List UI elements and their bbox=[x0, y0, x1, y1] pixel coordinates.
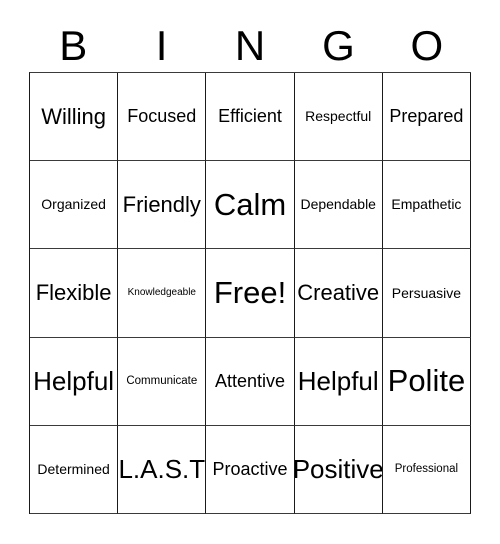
bingo-header-letter-g: G bbox=[322, 22, 355, 69]
bingo-cell-label: Persuasive bbox=[391, 284, 462, 301]
bingo-cell[interactable]: Communicate bbox=[118, 337, 207, 426]
bingo-row: Determined L.A.S.T Proactive Positive Pr… bbox=[30, 425, 472, 515]
bingo-cell[interactable]: Willing bbox=[30, 73, 119, 162]
bingo-cell-label: Friendly bbox=[122, 192, 201, 218]
bingo-row: Willing Focused Efficient Respectful Pre… bbox=[30, 73, 472, 162]
bingo-cell[interactable]: Prepared bbox=[382, 73, 472, 162]
bingo-cell-label: Respectful bbox=[305, 108, 372, 125]
bingo-cell-label: Determined bbox=[37, 461, 110, 478]
bingo-header-letter-o: O bbox=[410, 22, 444, 69]
bingo-cell-label: Helpful bbox=[297, 365, 379, 396]
bingo-cell-free[interactable]: Free! bbox=[206, 249, 295, 338]
bingo-cell-label: Free! bbox=[213, 274, 287, 310]
bingo-cell-label: Helpful bbox=[33, 365, 115, 396]
bingo-cell[interactable]: Focused bbox=[118, 73, 207, 162]
bingo-row: Organized Friendly Calm Dependable Empat… bbox=[30, 161, 472, 250]
bingo-header-letter-i: I bbox=[155, 22, 168, 69]
bingo-cell[interactable]: Creative bbox=[294, 249, 383, 338]
bingo-cell[interactable]: Polite bbox=[382, 337, 472, 426]
bingo-card: B I N G O Willing Focused Efficient Resp… bbox=[0, 0, 500, 544]
bingo-cell-label: Organized bbox=[41, 196, 106, 213]
bingo-header-row: B I N G O bbox=[29, 20, 471, 72]
bingo-cell-label: Focused bbox=[127, 106, 197, 127]
bingo-cell-label: Willing bbox=[41, 104, 106, 130]
bingo-cell[interactable]: Efficient bbox=[206, 73, 295, 162]
bingo-cell[interactable]: Dependable bbox=[294, 161, 383, 250]
bingo-cell[interactable]: Calm bbox=[206, 161, 295, 250]
bingo-cell[interactable]: Positive bbox=[294, 425, 383, 515]
bingo-header-letter-b: B bbox=[59, 22, 88, 69]
bingo-cell-label: Flexible bbox=[35, 280, 112, 306]
bingo-cell-label: Professional bbox=[394, 463, 459, 476]
bingo-cell[interactable]: Flexible bbox=[30, 249, 119, 338]
bingo-cell[interactable]: Respectful bbox=[294, 73, 383, 162]
bingo-cell[interactable]: Friendly bbox=[118, 161, 207, 250]
bingo-cell[interactable]: Helpful bbox=[294, 337, 383, 426]
bingo-cell-label: L.A.S.T bbox=[118, 453, 206, 484]
bingo-cell-label: Prepared bbox=[389, 106, 464, 127]
bingo-cell-label: Calm bbox=[213, 186, 287, 222]
bingo-cell-label: Dependable bbox=[300, 196, 376, 213]
bingo-cell[interactable]: Attentive bbox=[206, 337, 295, 426]
bingo-cell-label: Attentive bbox=[214, 370, 286, 391]
bingo-cell[interactable]: Knowledgeable bbox=[118, 249, 207, 338]
bingo-cell[interactable]: Empathetic bbox=[382, 161, 472, 250]
bingo-cell[interactable]: Professional bbox=[382, 425, 472, 515]
bingo-cell-label: Knowledgeable bbox=[127, 286, 196, 298]
bingo-cell[interactable]: Proactive bbox=[206, 425, 295, 515]
bingo-cell[interactable]: Organized bbox=[30, 161, 119, 250]
bingo-cell-label: Proactive bbox=[212, 458, 288, 479]
bingo-cell-label: Empathetic bbox=[391, 196, 462, 213]
bingo-cell-label: Creative bbox=[297, 280, 380, 306]
bingo-cell-label: Polite bbox=[387, 362, 466, 398]
bingo-cell-label: Communicate bbox=[126, 375, 198, 388]
bingo-cell-label: Efficient bbox=[218, 106, 282, 127]
bingo-grid: Willing Focused Efficient Respectful Pre… bbox=[29, 72, 472, 515]
bingo-cell[interactable]: Helpful bbox=[30, 337, 119, 426]
bingo-row: Flexible Knowledgeable Free! Creative Pe… bbox=[30, 249, 472, 338]
bingo-cell[interactable]: Determined bbox=[30, 425, 119, 515]
bingo-cell[interactable]: L.A.S.T bbox=[118, 425, 207, 515]
bingo-header-letter-n: N bbox=[234, 22, 266, 69]
bingo-row: Helpful Communicate Attentive Helpful Po… bbox=[30, 337, 472, 426]
bingo-cell[interactable]: Persuasive bbox=[382, 249, 472, 338]
bingo-cell-label: Positive bbox=[294, 453, 383, 484]
